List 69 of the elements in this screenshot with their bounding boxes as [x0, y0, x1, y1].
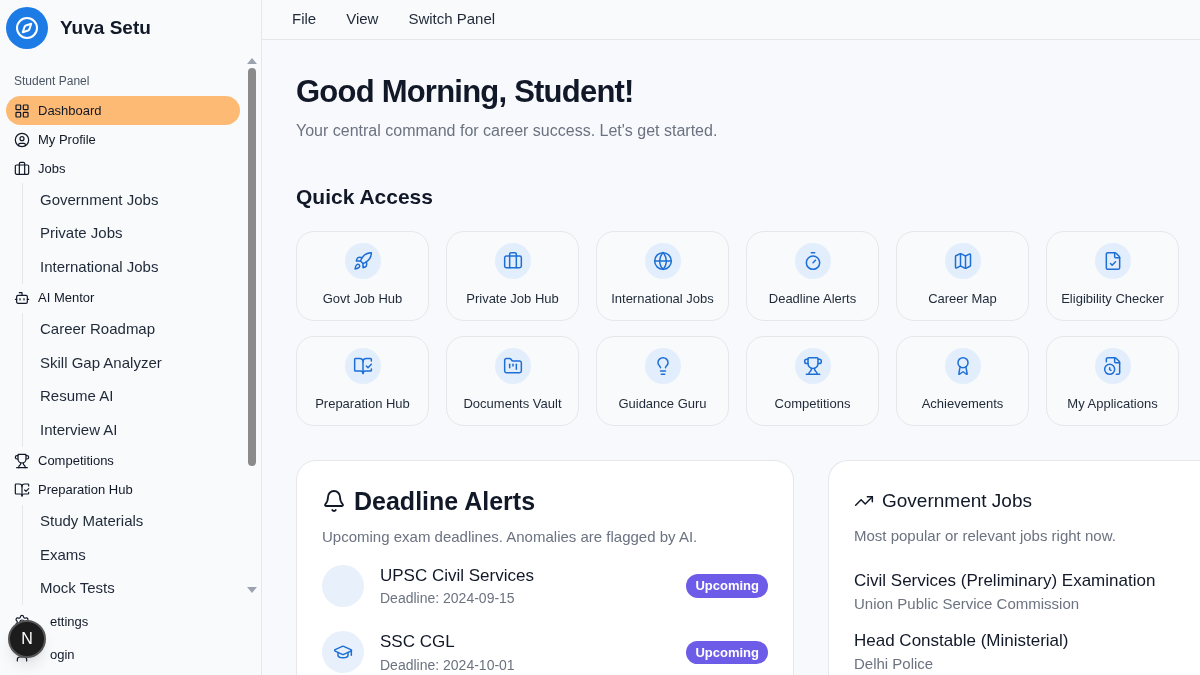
card-subtitle: Most popular or relevant jobs right now. — [854, 526, 1117, 546]
quick-access-tile[interactable]: Career Map — [896, 230, 1029, 321]
quick-access-tile[interactable]: Eligibility Checker — [1046, 230, 1179, 321]
exam-deadline: Deadline: 2024-10-01 — [380, 655, 516, 675]
sidebar-item[interactable]: Dashboard — [6, 96, 240, 125]
card-title: Government Jobs — [882, 488, 1032, 513]
sidebar-subitem[interactable]: Interview AI — [40, 413, 240, 447]
card-title: Deadline Alerts — [354, 485, 536, 517]
greeting-subtitle: Your central command for career success. Let's get started. — [296, 121, 719, 141]
quick-access-tile[interactable]: Documents Vault — [446, 335, 579, 426]
quick-access-tile[interactable]: My Applications — [1046, 335, 1179, 426]
sidebar-item[interactable]: Competitions — [6, 446, 240, 476]
file-clock-icon — [1102, 355, 1123, 376]
section-label: Student Panel — [13, 73, 91, 90]
map-icon — [952, 250, 973, 271]
sidebar-subitem[interactable]: Resume AI — [40, 379, 240, 413]
book-check-icon — [352, 355, 373, 376]
book-check-icon — [14, 482, 30, 498]
sidebar-item[interactable]: Preparation Hub — [6, 475, 240, 505]
sidebar-subitem[interactable]: Career Roadmap — [40, 312, 240, 346]
job-organization: Delhi Police — [854, 654, 935, 674]
quick-access-tile[interactable]: Guidance Guru — [596, 335, 729, 426]
job-title: Head Constable (Ministerial) — [854, 629, 1070, 652]
dev-tools-badge[interactable]: N — [8, 620, 46, 658]
sidebar-subitem[interactable]: Skill Gap Analyzer — [40, 346, 240, 380]
section-title: Quick Access — [296, 184, 434, 210]
rocket-icon — [352, 250, 373, 271]
user-circle-icon — [14, 131, 30, 148]
greeting-title: Good Morning, Student! — [296, 73, 635, 111]
sidebar-subitem[interactable]: International Jobs — [40, 250, 240, 284]
card-subtitle: Upcoming exam deadlines. Anomalies are flagged by AI. — [322, 527, 699, 547]
exam-name: SSC CGL — [380, 631, 456, 653]
quick-access-tile[interactable]: Achievements — [896, 335, 1029, 426]
exam-name: UPSC Civil Services — [380, 564, 535, 587]
sidebar-subitem[interactable]: Exams — [40, 538, 240, 572]
folder-icon — [502, 355, 523, 376]
menu-item[interactable]: File — [292, 8, 317, 31]
sidebar-item[interactable]: ogin — [50, 644, 75, 665]
quick-access-tile[interactable]: Private Job Hub — [446, 230, 579, 321]
sidebar-item[interactable]: AI Mentor — [6, 283, 240, 313]
quick-access-tile[interactable]: International Jobs — [596, 230, 729, 321]
sidebar-item[interactable]: My Profile — [6, 125, 240, 154]
trophy-icon — [802, 355, 823, 376]
menu-item[interactable]: View — [346, 8, 379, 31]
quick-access-tile[interactable]: Preparation Hub — [296, 335, 429, 426]
job-organization: Union Public Service Commission — [854, 594, 1081, 614]
globe-icon — [652, 250, 673, 271]
quick-access-tile[interactable]: Deadline Alerts — [746, 230, 879, 321]
job-title: Civil Services (Preliminary) Examination — [854, 569, 1157, 592]
quick-access-tile[interactable]: Govt Job Hub — [296, 230, 429, 321]
status-badge: Upcoming — [686, 640, 768, 664]
trophy-icon — [14, 453, 30, 469]
status-badge: Upcoming — [686, 574, 768, 598]
briefcase-icon — [14, 160, 30, 177]
sidebar-subitem[interactable]: Private Jobs — [40, 216, 240, 250]
briefcase-icon — [502, 250, 523, 271]
exam-deadline: Deadline: 2024-09-15 — [380, 589, 516, 608]
grid-icon — [14, 102, 30, 119]
quick-access-tile[interactable]: Competitions — [746, 335, 879, 426]
sidebar-subitem[interactable]: Government Jobs — [40, 183, 240, 217]
menu-item[interactable]: Switch Panel — [408, 8, 496, 31]
brand-name: Yuva Setu — [60, 15, 151, 40]
sidebar-item[interactable]: ettings — [50, 611, 89, 632]
bell-icon — [322, 489, 346, 514]
sidebar-subitem[interactable]: Mock Tests — [40, 571, 240, 605]
robot-icon — [14, 290, 30, 306]
sidebar-subitem[interactable]: Study Materials — [40, 504, 240, 538]
compass-logo-icon — [6, 7, 48, 49]
sidebar-item[interactable]: Jobs — [6, 154, 240, 183]
